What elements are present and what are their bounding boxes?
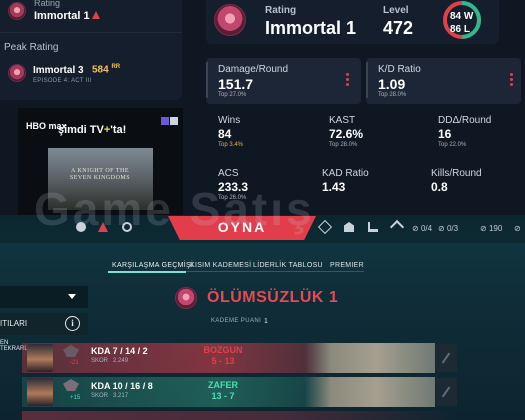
match-score: 13 - 7 — [211, 391, 235, 401]
current-rating: Rating Immortal 1 — [6, 0, 176, 28]
screenshot-root: Rating Immortal 1 Peak Rating Immortal 3… — [0, 0, 525, 420]
match-kda: KDA 10 / 16 / 8 — [91, 381, 153, 391]
peak-rank-icon — [8, 64, 26, 82]
rr-delta: +15 — [70, 395, 81, 401]
ad-headline: şimdi TV+'ta! — [58, 124, 127, 136]
match-result: ZAFER — [208, 380, 238, 390]
chevron-down-icon — [68, 294, 76, 299]
more-options-icon[interactable] — [346, 73, 349, 87]
watermark-text: Game Satış — [34, 183, 315, 235]
damage-round-card: Damage/Round 151.7 Top 27.0% — [206, 58, 361, 104]
tab-premier[interactable]: PREMIER — [330, 262, 364, 269]
map-thumbnail — [305, 377, 435, 407]
match-score: 5 - 13 — [211, 356, 235, 366]
map-thumbnail — [305, 343, 435, 373]
rank-rating-value: 1 — [264, 318, 268, 325]
agent-avatar — [27, 344, 53, 372]
more-options-icon[interactable] — [510, 73, 513, 87]
rank-rating-label: KADEME PUANI — [211, 318, 262, 324]
wins-count: 84 W — [450, 11, 474, 22]
header-rating-label: Rating — [265, 5, 297, 16]
header-rating-value: Immortal 1 — [265, 18, 357, 38]
divider — [0, 32, 182, 33]
rating-label: Rating — [34, 0, 61, 8]
warning-icon — [92, 11, 100, 19]
stat-a: ⊘ 0/4 — [412, 224, 433, 233]
rr-delta: -21 — [70, 360, 79, 366]
match-score-line: SKOR 3.217 — [91, 393, 129, 399]
peak-rr: 584 RR — [92, 64, 121, 76]
kd-ratio-card: K/D Ratio 1.09 Top 28.0% — [366, 58, 521, 104]
immortal-rank-icon — [175, 287, 197, 309]
side-list-item-label: ITILARI — [0, 319, 28, 328]
tab-leaderboard[interactable]: LİDERLİK TABLOSU — [253, 262, 323, 269]
immortal-rank-badge-large — [214, 4, 246, 36]
stat-kad-ratio: KAD Ratio 1.43 — [322, 168, 369, 194]
info-icon[interactable]: i — [65, 316, 80, 331]
immortal-rank-icon — [8, 2, 26, 20]
stat-kast: KAST 72.6% Top 28.0% — [329, 115, 364, 148]
losses-count: 86 L — [450, 24, 471, 35]
tab-act-rank[interactable]: KISIM KADEMESİ — [190, 262, 251, 269]
stat-ddr: DDΔ/Round 16 Top 22.0% — [438, 115, 492, 148]
tab-match-history[interactable]: KARŞILAŞMA GEÇMİŞİ — [112, 262, 193, 269]
store-icon[interactable] — [368, 222, 378, 232]
ad-show-title: A KNIGHT OF THE SEVEN KINGDOMS — [69, 168, 131, 181]
agent-avatar — [27, 378, 53, 406]
empty-slot — [436, 344, 457, 372]
peak-rating-value: Immortal 3 — [33, 65, 84, 76]
side-list-item-label-2: EN TEKRARLARI — [0, 340, 38, 352]
peak-rating-title: Peak Rating — [4, 42, 59, 53]
valorant-points: ⊘ 190 — [480, 224, 503, 233]
level-value: 472 — [383, 18, 414, 38]
rating-value: Immortal 1 — [34, 10, 90, 22]
match-result: BOZGUN — [203, 345, 243, 355]
stat-wins: Wins 84 Top 3.4% — [218, 115, 244, 148]
peak-episode: EPISODE 4: ACT III — [33, 78, 92, 84]
empty-slot — [436, 378, 457, 406]
stat-kills-round: Kills/Round 0.8 — [431, 168, 482, 194]
ad-choices-icon[interactable] — [160, 112, 178, 125]
rank-title: ÖLÜMSÜZLÜK 1 — [207, 289, 339, 306]
match-row[interactable] — [22, 411, 457, 420]
match-kda: KDA 7 / 14 / 2 — [91, 346, 148, 356]
match-score-line: SKOR 2.249 — [91, 358, 129, 364]
level-label: Level — [383, 5, 409, 16]
stat-b: ⊘ 0/3 — [438, 224, 459, 233]
radianite-icon: ⊘ — [514, 224, 521, 233]
active-tab-indicator — [108, 271, 186, 273]
